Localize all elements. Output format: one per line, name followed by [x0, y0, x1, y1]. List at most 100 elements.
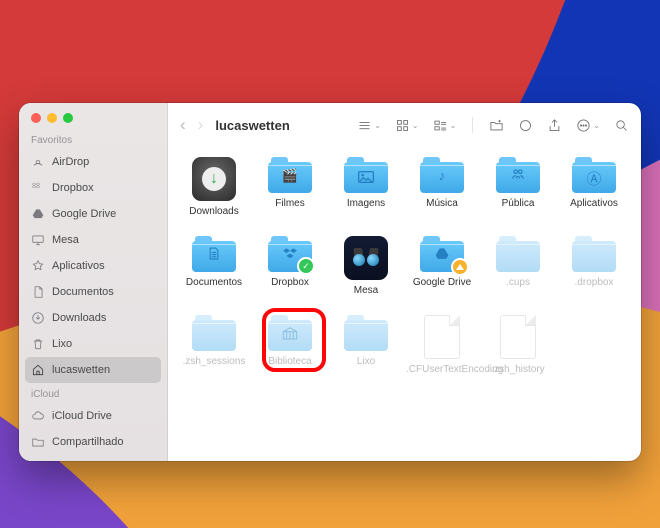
app-icon — [344, 236, 388, 280]
sidebar-item-label: Google Drive — [52, 205, 116, 223]
grid-item[interactable]: .CFUserTextEncoding — [404, 309, 480, 388]
dropbox-icon — [31, 181, 45, 195]
more-button[interactable]: ⌄ — [576, 118, 600, 133]
grid-item[interactable]: .zsh_history — [480, 309, 556, 388]
view-icons-button[interactable]: ⌄ — [395, 118, 419, 133]
grid-item-label: .cups — [506, 277, 530, 289]
sidebar-item-label: Mesa — [52, 231, 79, 249]
grid-item-label: Imagens — [347, 198, 385, 210]
sidebar-item-home[interactable]: lucaswetten — [25, 357, 161, 383]
sidebar-item-gdrive[interactable]: Google Drive — [19, 201, 167, 227]
minimize-button[interactable] — [47, 113, 57, 123]
share-button[interactable] — [547, 118, 562, 133]
folder-icon: 🎬 — [268, 157, 312, 193]
grid-item-label: Música — [426, 198, 458, 210]
sidebar-item-downloads[interactable]: Downloads — [19, 305, 167, 331]
folder-icon — [192, 236, 236, 272]
file-icon — [500, 315, 536, 359]
search-button[interactable] — [614, 118, 629, 133]
trash-icon — [31, 337, 45, 351]
apps-icon — [31, 259, 45, 273]
file-icon — [424, 315, 460, 359]
downloads-icon — [31, 311, 45, 325]
grid-item-label: Downloads — [189, 206, 238, 218]
sidebar-item-label: lucaswetten — [52, 361, 110, 379]
grid-item[interactable]: Documentos — [176, 230, 252, 309]
sidebar-item-trash[interactable]: Lixo — [19, 331, 167, 357]
folder-icon: Ⓐ — [572, 157, 616, 193]
folder-icon — [268, 315, 312, 351]
sidebar-item-airdrop[interactable]: AirDrop — [19, 149, 167, 175]
sidebar-section-icloud: iCloud — [19, 383, 167, 403]
airdrop-icon — [31, 155, 45, 169]
folder-icon — [420, 236, 464, 272]
documents-icon — [31, 285, 45, 299]
grid-item-label: .CFUserTextEncoding — [406, 364, 478, 376]
view-groups-button[interactable]: ⌄ — [433, 118, 457, 133]
grid-item[interactable]: Pública — [480, 151, 556, 230]
home-icon — [31, 363, 45, 377]
sidebar: Favoritos AirDrop Dropbox Google Drive M… — [19, 103, 168, 461]
sidebar-item-desktop[interactable]: Mesa — [19, 227, 167, 253]
grid-item-label: Lixo — [357, 356, 375, 368]
grid-item[interactable]: 🎬 Filmes — [252, 151, 328, 230]
grid-item[interactable]: Ⓐ Aplicativos — [556, 151, 632, 230]
grid-item[interactable]: .zsh_sessions — [176, 309, 252, 388]
main-panel: ‹ › lucaswetten ⌄ ⌄ ⌄ ⌄ Downloads 🎬 Filmes… — [168, 103, 641, 461]
finder-window: Favoritos AirDrop Dropbox Google Drive M… — [19, 103, 641, 461]
grid-item[interactable]: Downloads — [176, 151, 252, 230]
folder-icon — [496, 157, 540, 193]
folder-icon — [344, 315, 388, 351]
folder-icon — [344, 157, 388, 193]
desktop-icon — [31, 233, 45, 247]
grid-item-label: .dropbox — [575, 277, 614, 289]
grid-item[interactable]: Mesa — [328, 230, 404, 309]
grid-item-label: .zsh_sessions — [183, 356, 246, 368]
file-grid: Downloads 🎬 Filmes Imagens ♪ Música Pública Ⓐ Ap… — [168, 147, 641, 461]
sidebar-item-label: Lixo — [52, 335, 72, 353]
close-button[interactable] — [31, 113, 41, 123]
grid-item[interactable]: ✓ Dropbox — [252, 230, 328, 309]
grid-item-label: Filmes — [275, 198, 304, 210]
grid-item[interactable]: ♪ Música — [404, 151, 480, 230]
cloud-icon — [31, 409, 45, 423]
sidebar-item-apps[interactable]: Aplicativos — [19, 253, 167, 279]
grid-item[interactable]: Imagens — [328, 151, 404, 230]
maximize-button[interactable] — [63, 113, 73, 123]
back-button[interactable]: ‹ — [180, 115, 186, 135]
grid-item-label: .zsh_history — [491, 364, 544, 376]
sidebar-item-label: iCloud Drive — [52, 407, 112, 425]
sidebar-item-label: AirDrop — [52, 153, 89, 171]
sidebar-item-dropbox[interactable]: Dropbox — [19, 175, 167, 201]
grid-item[interactable]: .dropbox — [556, 230, 632, 309]
view-list-button[interactable]: ⌄ — [357, 118, 381, 133]
sidebar-item-label: Downloads — [52, 309, 106, 327]
sidebar-item-label: Dropbox — [52, 179, 94, 197]
app-icon — [192, 157, 236, 201]
sidebar-item-documents[interactable]: Documentos — [19, 279, 167, 305]
grid-item-label: Mesa — [354, 285, 378, 297]
grid-item-label: Dropbox — [271, 277, 309, 289]
forward-button[interactable]: › — [198, 115, 204, 135]
folder-icon: ✓ — [268, 236, 312, 272]
tag-button[interactable] — [518, 118, 533, 133]
grid-item-label: Pública — [502, 198, 535, 210]
folder-icon — [572, 236, 616, 272]
google-drive-icon — [31, 207, 45, 221]
grid-item[interactable]: Lixo — [328, 309, 404, 388]
sidebar-section-favorites: Favoritos — [19, 129, 167, 149]
sidebar-item-label: Aplicativos — [52, 257, 105, 275]
grid-item-label: Documentos — [186, 277, 242, 289]
grid-item[interactable]: .cups — [480, 230, 556, 309]
grid-item-label: Biblioteca — [268, 356, 311, 368]
grid-item-label: Google Drive — [413, 277, 471, 289]
toolbar: ‹ › lucaswetten ⌄ ⌄ ⌄ ⌄ — [168, 103, 641, 147]
folder-icon: ♪ — [420, 157, 464, 193]
grid-item-label: Aplicativos — [570, 198, 618, 210]
grid-item[interactable]: Biblioteca — [252, 309, 328, 388]
new-folder-button[interactable] — [489, 118, 504, 133]
window-title: lucaswetten — [215, 118, 289, 133]
grid-item[interactable]: Google Drive — [404, 230, 480, 309]
sidebar-item-icloud[interactable]: iCloud Drive — [19, 403, 167, 429]
folder-icon — [192, 315, 236, 351]
